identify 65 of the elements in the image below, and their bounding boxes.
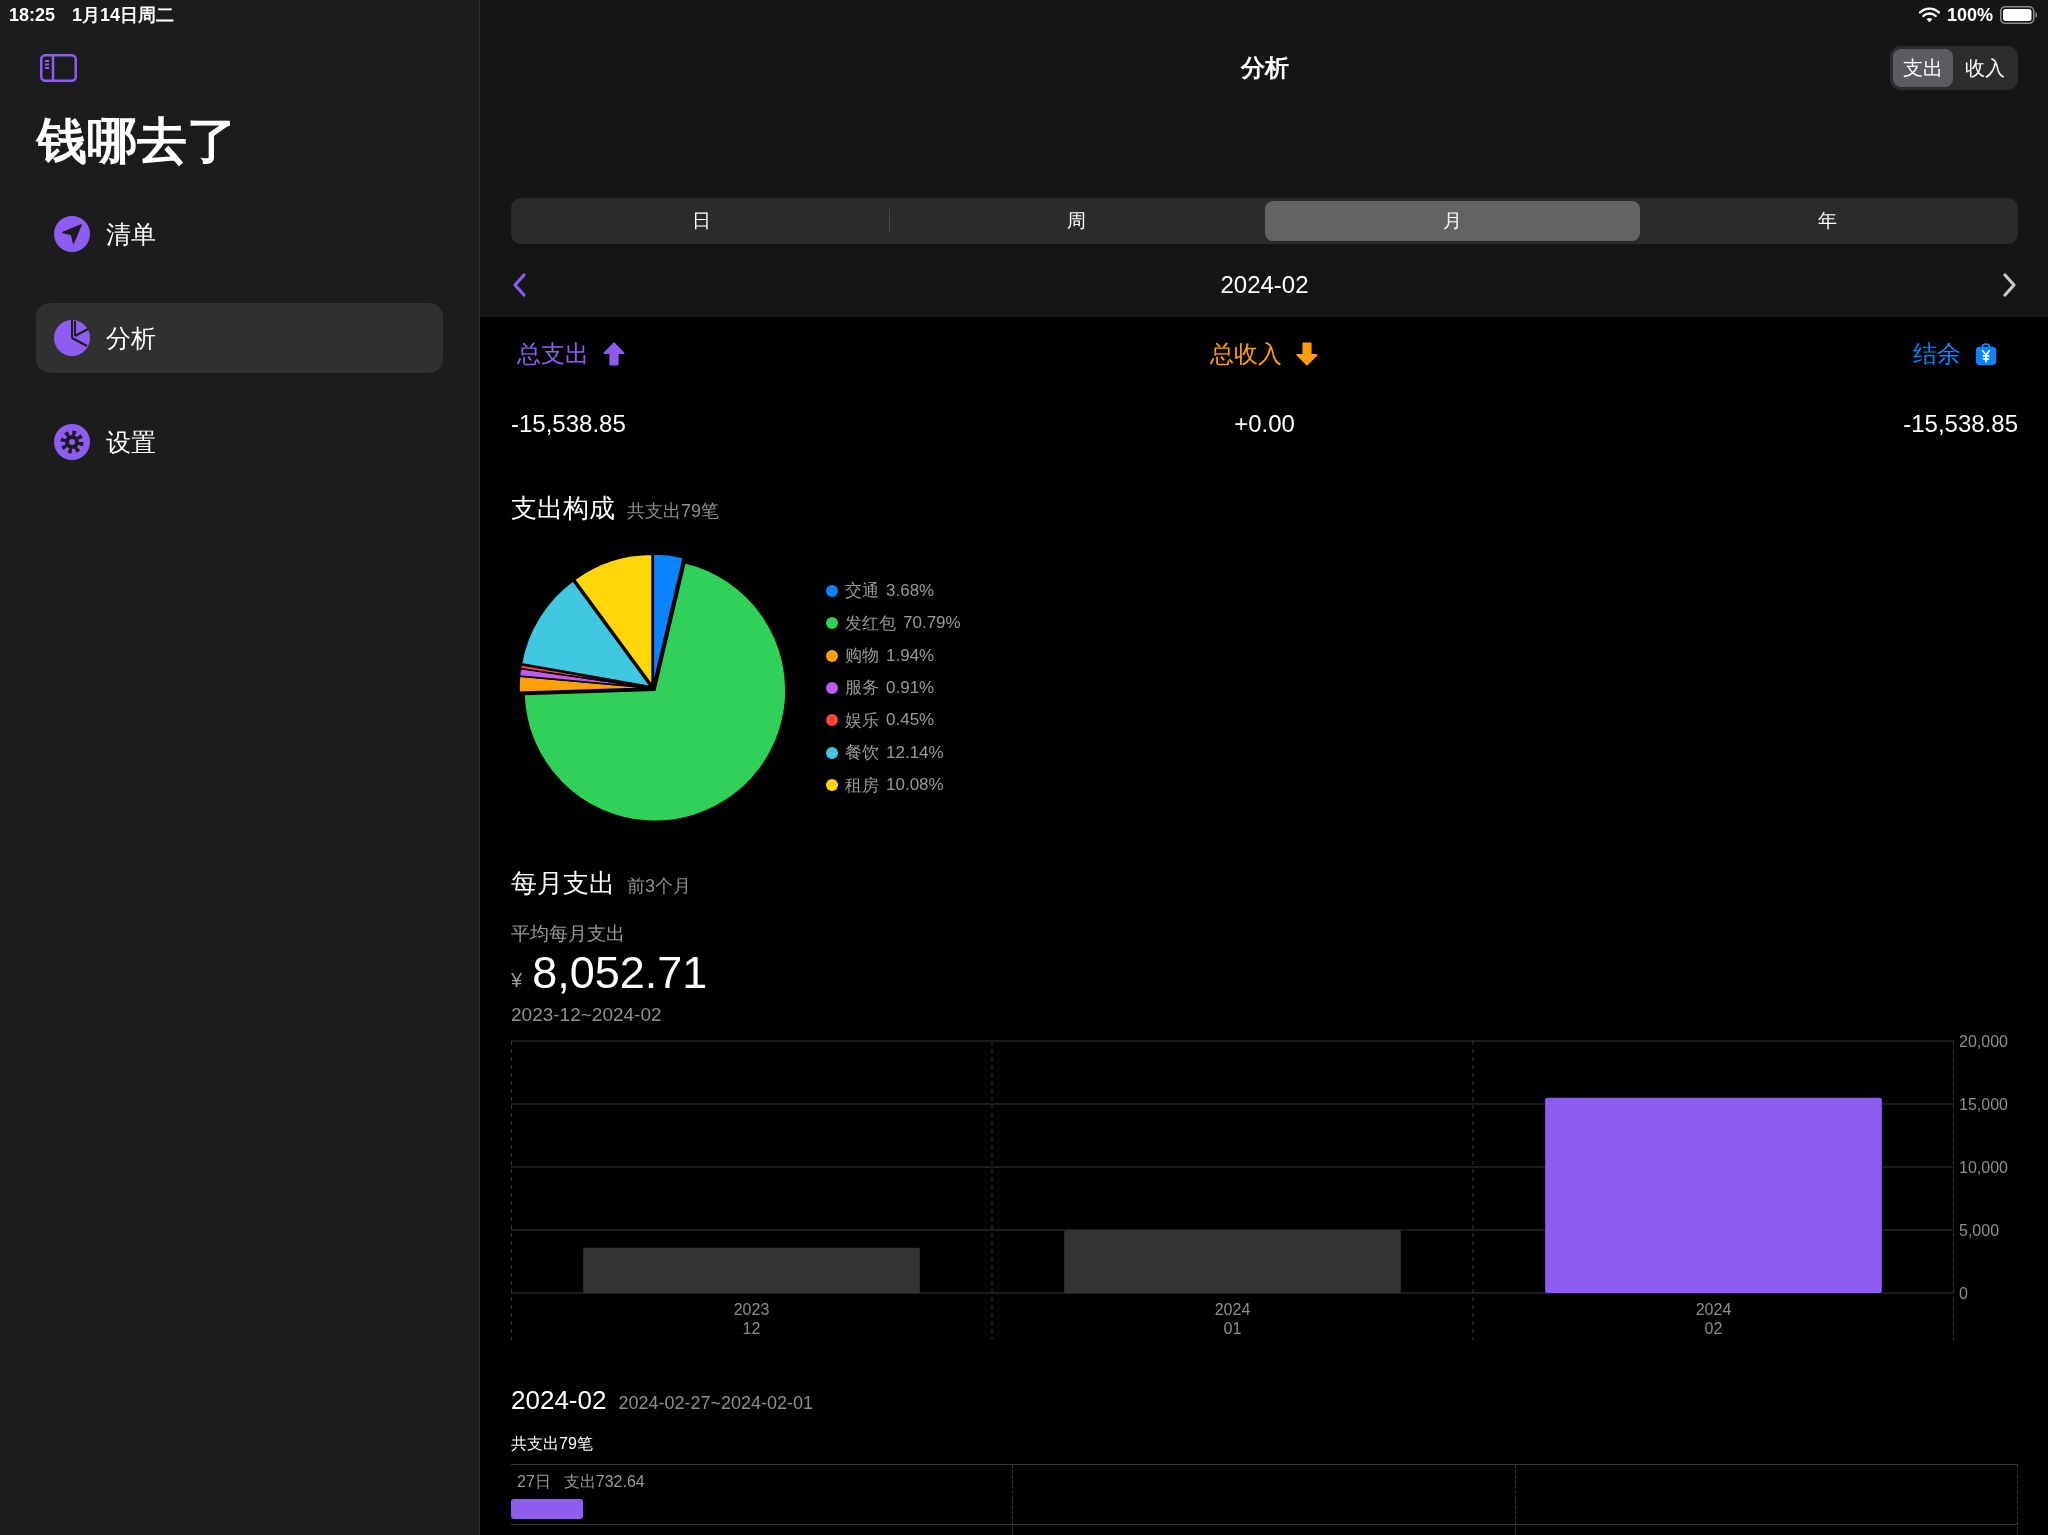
y-axis-label: 10,000 [1959, 1159, 2008, 1176]
record-count: 共支出79笔 [511, 1434, 593, 1454]
status-date: 1月14日周二 [72, 4, 175, 27]
legend-label: 服务 [845, 677, 879, 700]
segment-option[interactable]: 支出 [1893, 49, 1953, 87]
summary-value: -15,538.85 [1903, 410, 2018, 438]
legend-label: 租房 [845, 774, 879, 797]
legend-label: 发红包 [845, 612, 896, 635]
chevron-right-icon [2002, 272, 2018, 298]
chevron-left-icon [511, 272, 527, 298]
period-tab[interactable]: 周 [889, 201, 1265, 241]
legend-percent: 10.08% [886, 775, 944, 796]
summary-label: 结余 [1913, 339, 1961, 369]
y-axis-label: 0 [1959, 1285, 1968, 1302]
x-axis-label: 2024 01 [1214, 1301, 1251, 1337]
legend-percent: 1.94% [886, 645, 935, 666]
legend-label: 交通 [845, 580, 879, 603]
section-title: 2024-02 [511, 1384, 607, 1417]
section-subtitle: 共支出79笔 [627, 500, 720, 523]
legend-percent: 0.45% [886, 710, 935, 731]
next-button[interactable] [2002, 272, 2018, 298]
settings-icon [54, 424, 90, 460]
average-amount: 8,052.71 [532, 948, 708, 998]
y-axis-label: 15,000 [1959, 1096, 2008, 1113]
summary-value: +0.00 [1234, 410, 1295, 438]
x-axis-label: 2023 12 [733, 1301, 770, 1337]
previous-button[interactable] [511, 272, 527, 298]
legend-percent: 70.79% [903, 613, 961, 634]
period-tab[interactable]: 年 [1639, 201, 2015, 241]
summary-label: 总收入 [1210, 339, 1283, 369]
sidebar-item[interactable]: 分析 [36, 303, 443, 373]
app-title: 钱哪去了 [37, 115, 237, 167]
y-axis-label: 5,000 [1959, 1222, 2000, 1239]
day-label: 27日 [517, 1471, 551, 1492]
sidebar-toggle-icon[interactable] [40, 54, 77, 82]
period-tab[interactable]: 日 [514, 201, 890, 241]
current-period: 2024-02 [1220, 271, 1309, 299]
wifi-icon [1918, 7, 1940, 23]
segment-option[interactable]: 收入 [1955, 49, 2015, 87]
sidebar-item[interactable]: 设置 [36, 407, 443, 477]
y-axis-label: 20,000 [1959, 1033, 2008, 1050]
day-amount: 支出732.64 [563, 1471, 645, 1492]
section-title: 支出构成 [511, 492, 615, 525]
page-title: 分析 [1240, 53, 1289, 83]
currency-symbol: ¥ [511, 969, 523, 993]
legend-label: 娱乐 [845, 709, 879, 732]
battery-percent: 100% [1946, 4, 1993, 26]
period-tab[interactable]: 月 [1264, 201, 1640, 241]
summary-value: -15,538.85 [511, 410, 626, 438]
sidebar-item[interactable]: 清单 [36, 199, 443, 269]
average-label: 平均每月支出 [511, 922, 625, 946]
section-subtitle: 2024-02-27~2024-02-01 [618, 1393, 814, 1414]
section-subtitle: 前3个月 [627, 875, 691, 898]
summary-label: 总支出 [517, 339, 589, 369]
legend-percent: 3.68% [886, 580, 935, 601]
date-range: 2023-12~2024-02 [511, 1003, 662, 1027]
battery-icon [2000, 6, 2038, 24]
legend-label: 餐饮 [845, 742, 879, 765]
x-axis-label: 2024 02 [1695, 1301, 1732, 1337]
status-time: 18:25 [9, 4, 56, 26]
legend-label: 购物 [845, 645, 879, 668]
legend-percent: 0.91% [886, 678, 935, 698]
legend-percent: 12.14% [886, 742, 944, 763]
pie-chart-icon [54, 320, 90, 356]
section-title: 每月支出 [511, 867, 615, 900]
